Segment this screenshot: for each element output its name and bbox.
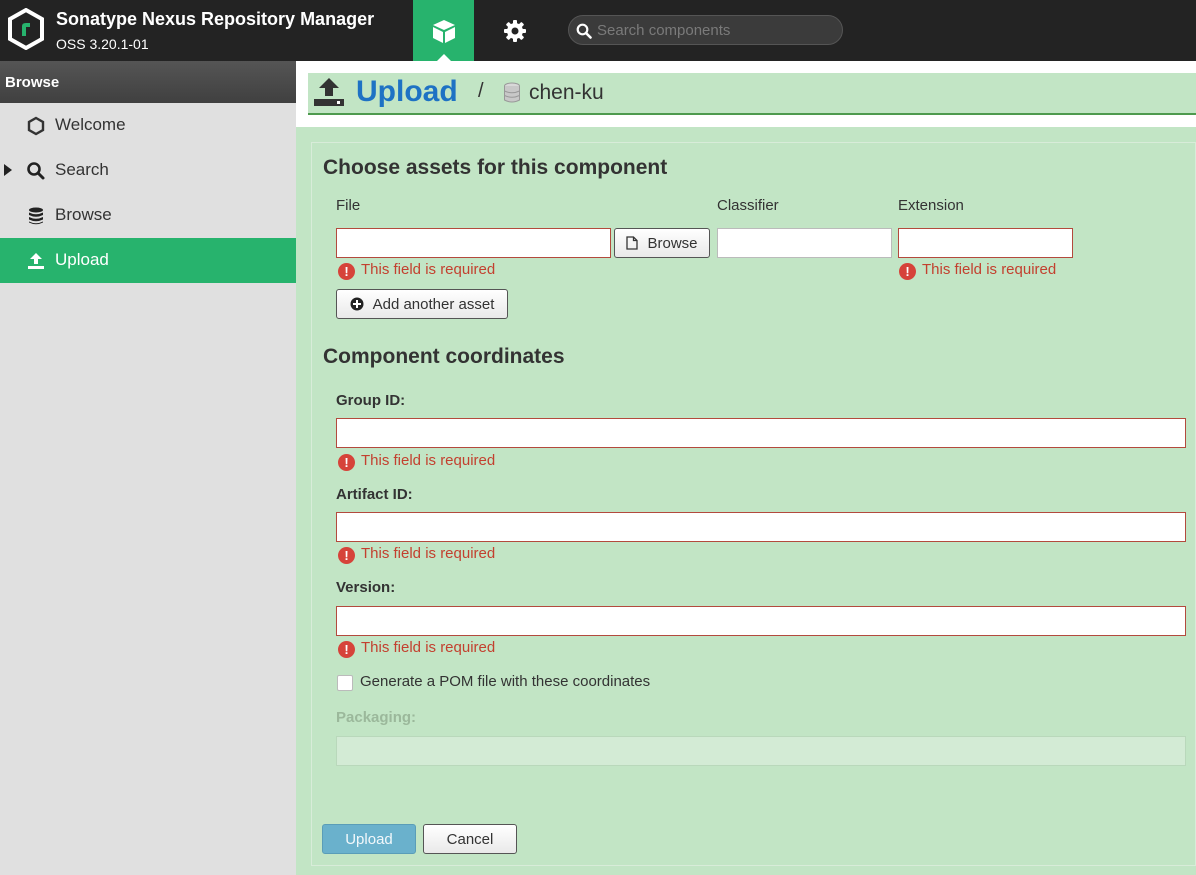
extension-input[interactable]	[898, 228, 1073, 258]
group-id-label: Group ID:	[336, 392, 406, 409]
version-label: Version:	[336, 579, 396, 596]
repository-name: chen-ku	[529, 81, 604, 104]
administration-button[interactable]	[484, 0, 545, 61]
search-icon	[27, 162, 45, 180]
upload-button[interactable]: Upload	[322, 824, 416, 854]
database-icon	[29, 207, 43, 225]
cancel-button[interactable]: Cancel	[423, 824, 517, 854]
app-version: OSS 3.20.1-01	[56, 36, 149, 52]
error-text: This field is required	[361, 545, 496, 562]
file-input[interactable]	[336, 228, 611, 258]
database-icon	[504, 82, 520, 103]
sidebar-item-browse[interactable]: Browse	[0, 193, 296, 238]
classifier-input[interactable]	[717, 228, 892, 258]
sidebar-item-welcome[interactable]: Welcome	[0, 103, 296, 148]
sidebar-header: Browse	[0, 61, 296, 103]
browse-file-button[interactable]: Browse	[614, 228, 710, 258]
version-error: ! This field is required	[338, 639, 495, 658]
assets-heading: Choose assets for this component	[323, 156, 668, 179]
classifier-column-label: Classifier	[717, 197, 779, 214]
page-title[interactable]: Upload	[356, 75, 458, 109]
breadcrumb: Upload / chen-ku	[308, 73, 1196, 115]
packaging-label: Packaging:	[336, 709, 417, 726]
sidebar-item-label: Search	[55, 160, 109, 179]
file-icon	[626, 236, 639, 250]
generate-pom-label[interactable]: Generate a POM file with these coordinat…	[360, 673, 650, 690]
search-input[interactable]	[597, 18, 835, 42]
error-icon: !	[338, 454, 355, 471]
browse-mode-button[interactable]	[413, 0, 474, 61]
error-icon: !	[338, 263, 355, 280]
add-another-asset-button[interactable]: Add another asset	[336, 289, 508, 319]
sidebar-item-label: Welcome	[55, 115, 126, 134]
artifact-id-error: ! This field is required	[338, 545, 495, 564]
error-icon: !	[338, 547, 355, 564]
group-id-input[interactable]	[336, 418, 1186, 448]
error-text: This field is required	[361, 261, 496, 278]
error-text: This field is required	[361, 639, 496, 656]
app-title: Sonatype Nexus Repository Manager	[56, 9, 375, 29]
sidebar-item-search[interactable]: Search	[0, 148, 296, 193]
sidebar-item-label: Browse	[55, 205, 112, 224]
generate-pom-checkbox[interactable]	[337, 675, 353, 691]
gear-icon	[503, 19, 526, 42]
cube-icon	[432, 19, 455, 43]
coordinates-heading: Component coordinates	[323, 345, 565, 368]
file-error: ! This field is required	[338, 261, 495, 280]
file-column-label: File	[336, 197, 361, 214]
sidebar-item-upload[interactable]: Upload	[0, 238, 296, 283]
group-id-error: ! This field is required	[338, 452, 495, 471]
nexus-logo	[8, 8, 44, 50]
artifact-id-label: Artifact ID:	[336, 486, 413, 503]
extension-column-label: Extension	[898, 197, 964, 214]
error-icon: !	[899, 263, 916, 280]
upload-icon	[28, 253, 44, 269]
version-input[interactable]	[336, 606, 1186, 636]
error-icon: !	[338, 641, 355, 658]
artifact-id-input[interactable]	[336, 512, 1186, 542]
sidebar: Browse Welcome Search Browse Upload	[0, 61, 296, 875]
browse-button-label: Browse	[647, 234, 698, 252]
plus-circle-icon	[350, 297, 364, 311]
error-text: This field is required	[922, 261, 1057, 278]
hexagon-icon	[27, 116, 45, 136]
add-asset-label: Add another asset	[372, 295, 495, 313]
extension-error: ! This field is required	[899, 261, 1056, 280]
upload-icon	[314, 78, 344, 106]
search-icon	[576, 23, 592, 39]
component-search[interactable]	[568, 15, 843, 45]
breadcrumb-separator: /	[478, 80, 484, 102]
error-text: This field is required	[361, 452, 496, 469]
top-bar: Sonatype Nexus Repository Manager OSS 3.…	[0, 0, 1196, 61]
expand-arrow-icon[interactable]	[4, 164, 12, 176]
sidebar-item-label: Upload	[55, 250, 109, 269]
packaging-input	[336, 736, 1186, 766]
